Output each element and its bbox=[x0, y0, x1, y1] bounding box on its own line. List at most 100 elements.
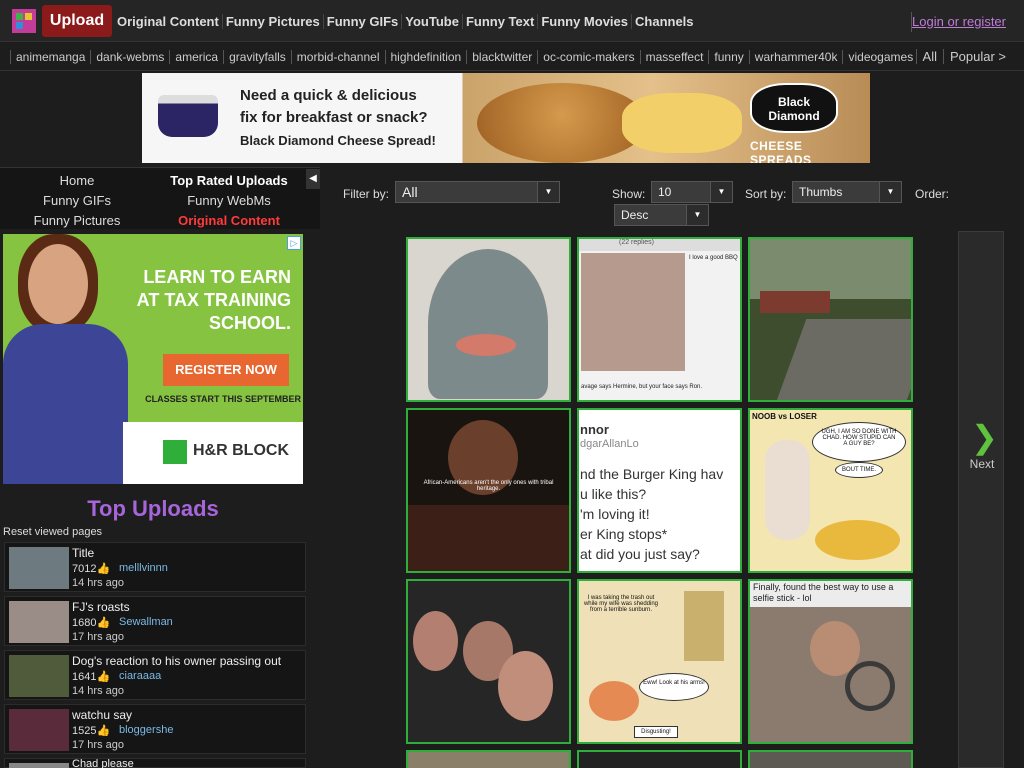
grid-item-partial[interactable] bbox=[577, 750, 742, 768]
filter-bar: Filter by: All ▼ Show: 10 ▼ Sort by: Thu… bbox=[320, 167, 1011, 231]
upload-thumbnail[interactable] bbox=[9, 601, 69, 643]
nav-funny-movies[interactable]: Funny Movies bbox=[538, 14, 633, 29]
speech-bubble: Eww! Look at his arms! bbox=[639, 673, 709, 701]
ad-headline-line: LEARN TO EARN bbox=[143, 267, 291, 287]
side-ad[interactable]: LEARN TO EARN AT TAX TRAINING SCHOOL. RE… bbox=[3, 234, 303, 484]
sidenav-home[interactable]: Home bbox=[2, 173, 152, 188]
list-item[interactable]: watchu say 1525👍 bloggershe 17 hrs ago bbox=[4, 704, 306, 754]
tweet-line: at did you just say? bbox=[580, 546, 700, 562]
list-item[interactable]: Title 7012👍 melllvinnn 14 hrs ago bbox=[4, 542, 306, 592]
show-label: Show: bbox=[612, 187, 646, 201]
reset-viewed-link[interactable]: Reset viewed pages bbox=[3, 526, 102, 538]
dropdown-arrow-icon: ▼ bbox=[710, 182, 732, 202]
channel-link[interactable]: america bbox=[169, 50, 223, 64]
thumb-count: 1641 bbox=[72, 671, 97, 683]
tweet-handle: dgarAllanLo bbox=[580, 438, 639, 450]
channel-link[interactable]: funny bbox=[708, 50, 748, 64]
upload-user[interactable]: melllvinnn bbox=[119, 562, 168, 574]
nav-channels[interactable]: Channels bbox=[632, 14, 697, 29]
grid-item-party[interactable] bbox=[406, 579, 571, 744]
black-diamond-logo: Black Diamond bbox=[750, 83, 838, 133]
upload-button[interactable]: Upload bbox=[42, 5, 112, 37]
all-channels-link[interactable]: All bbox=[915, 49, 937, 64]
sidenav-funny-webms[interactable]: Funny WebMs bbox=[154, 193, 304, 208]
ad-person-body bbox=[3, 324, 128, 484]
grid-item-ski-mask[interactable] bbox=[406, 237, 571, 402]
banner-ad[interactable]: Need a quick & delicious fix for breakfa… bbox=[142, 73, 870, 163]
grid-item-forest[interactable] bbox=[748, 237, 913, 402]
sidenav-funny-pictures[interactable]: Funny Pictures bbox=[2, 213, 152, 228]
channel-link[interactable]: blacktwitter bbox=[466, 50, 537, 64]
grid-item-bbq[interactable]: (22 replies) I love a good BBQ avage say… bbox=[577, 237, 742, 402]
nav-original-content[interactable]: Original Content bbox=[117, 14, 223, 29]
sidenav-top-rated[interactable]: Top Rated Uploads bbox=[154, 173, 304, 188]
popular-channels-link[interactable]: Popular > bbox=[942, 49, 1006, 64]
channel-link[interactable]: highdefinition bbox=[384, 50, 467, 64]
thumbs-up-icon: 👍 bbox=[96, 617, 111, 629]
grid-item-partial[interactable] bbox=[406, 750, 571, 768]
upload-thumbs: 7012👍 bbox=[72, 562, 110, 575]
grid-item-comic-chad[interactable]: NOOB vs LOSER UGH, I AM SO DONE WITH CHA… bbox=[748, 408, 913, 573]
tweet-line: nd the Burger King hav bbox=[580, 466, 724, 482]
grid-item-tribal[interactable]: African-Americans aren't the only ones w… bbox=[406, 408, 571, 573]
upload-thumbs: 1680👍 bbox=[72, 616, 110, 629]
cheese-tub-image bbox=[158, 95, 218, 137]
channel-link[interactable]: morbid-channel bbox=[290, 50, 385, 64]
upload-user[interactable]: bloggershe bbox=[119, 724, 173, 736]
filter-select[interactable]: All ▼ bbox=[395, 181, 560, 203]
login-link[interactable]: Login or register bbox=[912, 14, 1006, 29]
channel-link[interactable]: videogames bbox=[842, 50, 918, 64]
ad-line: fix for breakfast or snack? bbox=[240, 109, 428, 126]
upload-title[interactable]: FJ's roasts bbox=[72, 600, 130, 614]
grid-item-comic-sunburn[interactable]: I was taking the trash out while my wife… bbox=[577, 579, 742, 744]
upload-title[interactable]: Title bbox=[72, 546, 94, 560]
dog-image bbox=[815, 520, 900, 560]
dropdown-arrow-icon: ▼ bbox=[537, 182, 559, 202]
side-nav: Home Top Rated Uploads Funny GIFs Funny … bbox=[0, 167, 320, 229]
collapse-sidebar-icon[interactable]: ◀ bbox=[306, 169, 320, 189]
nav-funny-gifs[interactable]: Funny GIFs bbox=[324, 14, 403, 29]
mask-image bbox=[428, 249, 548, 399]
filter-value: All bbox=[402, 184, 418, 200]
next-page-button[interactable]: ❯ Next bbox=[958, 231, 1004, 768]
channel-link[interactable]: warhammer40k bbox=[748, 50, 843, 64]
upload-user[interactable]: ciaraaaa bbox=[119, 670, 161, 682]
upload-thumbnail[interactable] bbox=[9, 709, 69, 751]
upload-thumbnail[interactable] bbox=[9, 655, 69, 697]
list-item[interactable]: Dog's reaction to his owner passing out … bbox=[4, 650, 306, 700]
channel-link[interactable]: oc-comic-makers bbox=[537, 50, 639, 64]
ad-line: Need a quick & delicious bbox=[240, 87, 417, 104]
upload-thumbnail[interactable] bbox=[9, 547, 69, 589]
ad-headline: LEARN TO EARN AT TAX TRAINING SCHOOL. bbox=[131, 266, 291, 335]
upload-title[interactable]: Dog's reaction to his owner passing out bbox=[72, 654, 281, 668]
sidenav-original-content[interactable]: Original Content bbox=[154, 213, 304, 228]
show-select[interactable]: 10 ▼ bbox=[651, 181, 733, 203]
speech-bubble: UGH, I AM SO DONE WITH CHAD. HOW STUPID … bbox=[812, 422, 906, 462]
list-item[interactable]: FJ's roasts 1680👍 Sewallman 17 hrs ago bbox=[4, 596, 306, 646]
order-select[interactable]: Desc ▼ bbox=[614, 204, 709, 226]
channel-link[interactable]: animemanga bbox=[10, 50, 90, 64]
site-logo[interactable] bbox=[12, 9, 36, 33]
register-now-button[interactable]: REGISTER NOW bbox=[163, 354, 289, 386]
nav-funny-pictures[interactable]: Funny Pictures bbox=[223, 14, 324, 29]
channel-link[interactable]: masseffect bbox=[639, 50, 709, 64]
nav-funny-text[interactable]: Funny Text bbox=[463, 14, 539, 29]
grid-item-partial[interactable] bbox=[748, 750, 913, 768]
grid-item-burger-king[interactable]: nnor dgarAllanLo nd the Burger King hav … bbox=[577, 408, 742, 573]
sidenav-funny-gifs[interactable]: Funny GIFs bbox=[2, 193, 152, 208]
grid-item-selfie-stick[interactable]: Finally, found the best way to use a sel… bbox=[748, 579, 913, 744]
list-item[interactable]: Chad please bbox=[4, 758, 306, 768]
hr-block-text: H&R BLOCK bbox=[193, 442, 289, 459]
upload-title[interactable]: Chad please bbox=[72, 759, 134, 768]
filter-label: Filter by: bbox=[343, 187, 390, 201]
adchoices-icon[interactable]: ▷ bbox=[287, 236, 301, 250]
ad-line: Black Diamond Cheese Spread! bbox=[240, 133, 436, 148]
sort-select[interactable]: Thumbs ▼ bbox=[792, 181, 902, 203]
nav-youtube[interactable]: YouTube bbox=[402, 14, 463, 29]
ad-classes-text: CLASSES START THIS SEPTEMBER bbox=[145, 394, 301, 404]
upload-thumbnail[interactable] bbox=[9, 763, 69, 768]
channel-link[interactable]: dank-webms bbox=[90, 50, 169, 64]
upload-title[interactable]: watchu say bbox=[72, 708, 132, 722]
channel-link[interactable]: gravityfalls bbox=[223, 50, 291, 64]
upload-user[interactable]: Sewallman bbox=[119, 616, 173, 628]
